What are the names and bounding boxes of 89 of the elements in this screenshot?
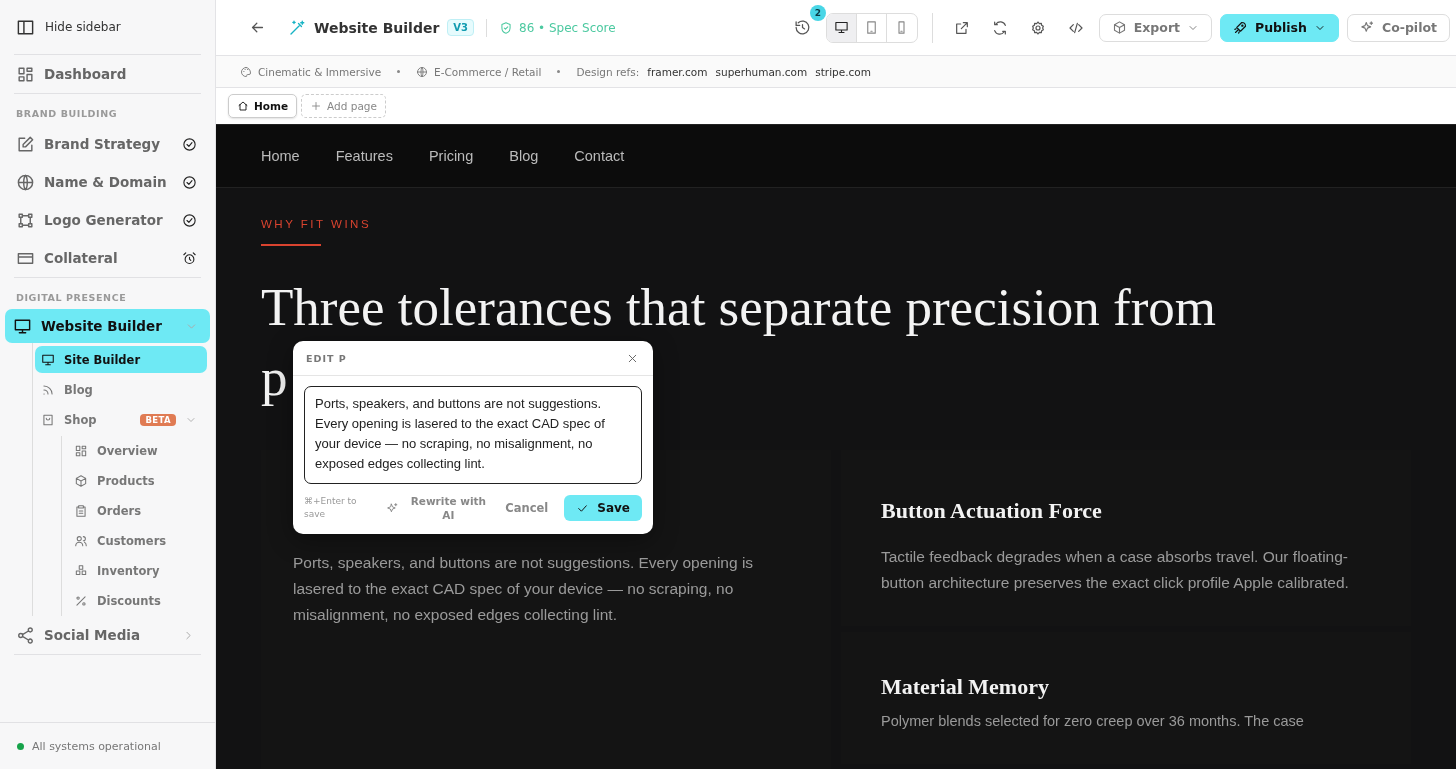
card-text: Ports, speakers, and buttons are not suggestions. Every opening is lasered to the exact CAD spec of your device — no scraping, no misalignment, no exposed edges collecting lint. xyxy=(293,553,755,625)
rss-icon xyxy=(41,382,55,397)
publish-button[interactable]: Publish xyxy=(1220,13,1339,42)
sidebar-item[interactable]: Social Media xyxy=(8,616,207,654)
settings-icon xyxy=(1029,19,1046,36)
card-title: Button Actuation Force xyxy=(881,498,1103,524)
grid-icon xyxy=(74,444,88,458)
globe-icon xyxy=(16,172,35,192)
sidebar-item[interactable]: Discounts xyxy=(68,586,207,616)
device-button[interactable] xyxy=(826,13,857,42)
sidebar-item[interactable]: Blog xyxy=(35,376,207,403)
separator-dot xyxy=(557,70,561,73)
pencil-icon xyxy=(16,134,35,154)
card-title: Material Memory xyxy=(881,674,1050,700)
sidebar-panel-icon xyxy=(16,17,35,37)
sparkles-icon xyxy=(386,501,400,515)
monitor-icon xyxy=(833,20,849,35)
rocket-icon xyxy=(1233,20,1249,35)
shopping-bag-icon xyxy=(41,412,55,427)
sparkles-icon xyxy=(1359,20,1375,35)
home-icon xyxy=(237,100,249,112)
sidebar-item[interactable]: Overview xyxy=(68,436,207,466)
grid-icon xyxy=(16,64,35,84)
sidebar-item[interactable]: Brand Strategy xyxy=(8,125,207,163)
rewrite-ai-button[interactable]: Rewrite with AI xyxy=(386,494,490,522)
clipboard-icon xyxy=(74,504,88,518)
alarm-clock-icon xyxy=(182,250,197,266)
sidebar-item[interactable]: Website Builder xyxy=(5,309,210,343)
section-heading: DIGITAL PRESENCE xyxy=(15,291,128,305)
eyebrow-text: WHY FIT WINS xyxy=(261,218,373,230)
dialog-title: EDIT P xyxy=(306,352,347,364)
sidebar-item[interactable]: Dashboard xyxy=(8,55,207,93)
box-icon xyxy=(74,474,88,488)
nav-link[interactable]: Pricing xyxy=(428,148,474,164)
sidebar-item[interactable]: Logo Generator xyxy=(8,201,207,239)
text-field[interactable]: Ports, speakers, and buttons are not suggestions. Every opening is lasered to the exact CAD spec of your device — no scraping, no misalignment, no exposed edges collecting lint. xyxy=(304,386,642,484)
beta-badge: BETA xyxy=(140,413,176,426)
sidebar-item[interactable]: Collateral xyxy=(8,239,207,277)
shortcut-hint: ⌘+Enter to save xyxy=(304,495,358,521)
sidebar-item[interactable]: Orders xyxy=(68,496,207,526)
separator-dot xyxy=(397,70,401,73)
external-link-icon xyxy=(953,19,970,36)
section-heading: BRAND BUILDING xyxy=(15,107,119,121)
magic-wand-icon xyxy=(288,18,306,37)
refresh-icon xyxy=(991,19,1008,36)
plus-icon xyxy=(310,100,323,112)
design-ref-link[interactable]: superhuman.com xyxy=(715,65,808,78)
page-title: Website Builder xyxy=(314,19,440,36)
history-icon xyxy=(794,19,812,36)
nav-link[interactable]: Home xyxy=(261,148,300,164)
monitor-icon xyxy=(41,352,55,367)
nav-link[interactable]: Contact xyxy=(574,148,625,164)
shield-check-icon xyxy=(499,20,513,35)
style-tag: Cinematic & Immersive xyxy=(258,65,382,78)
users-icon xyxy=(74,534,88,548)
nav-link[interactable]: Features xyxy=(335,148,393,164)
save-button[interactable]: Save xyxy=(564,495,642,521)
sidebar-item[interactable]: Shop BETA xyxy=(35,406,207,433)
sidebar-item[interactable]: Site Builder xyxy=(35,346,207,373)
palette-icon xyxy=(240,65,252,78)
count-badge: 2 xyxy=(809,4,826,21)
headline: Three tolerances that separate precision from xyxy=(261,277,1216,338)
version-badge: V3 xyxy=(447,19,474,36)
design-ref-link[interactable]: stripe.com xyxy=(815,65,871,78)
percent-icon xyxy=(74,594,88,608)
headline: p xyxy=(261,347,288,408)
export-button[interactable]: Export xyxy=(1098,13,1213,42)
status-text: All systems operational xyxy=(32,739,161,753)
sidebar-item[interactable]: Name & Domain xyxy=(8,163,207,201)
spec-score: 86 • Spec Score xyxy=(519,20,616,35)
box-icon xyxy=(1111,20,1127,35)
card-text: Polymer blends selected for zero creep over 36 months. The case xyxy=(881,712,1305,731)
design-refs-label: Design refs: xyxy=(576,65,640,78)
card-text: Tactile feedback degrades when a case absorbs travel. Our floating-button architecture preserves the exact click profile Apple calibrated. xyxy=(881,547,1350,593)
cancel-button[interactable]: Cancel xyxy=(497,501,557,515)
industry-tag: E-Commerce / Retail xyxy=(434,65,542,78)
sidebar-item[interactable]: Products xyxy=(68,466,207,496)
design-ref-link[interactable]: framer.com xyxy=(647,65,708,78)
sidebar-item[interactable]: Customers xyxy=(68,526,207,556)
share-icon xyxy=(16,625,35,645)
sidebar-item[interactable]: Inventory xyxy=(68,556,207,586)
cubes-icon xyxy=(74,564,88,578)
monitor-icon xyxy=(13,316,32,336)
page-tab[interactable]: Home xyxy=(228,94,298,118)
add-page-button[interactable]: Add page xyxy=(301,94,386,118)
hide-sidebar-button[interactable]: Hide sidebar xyxy=(8,0,207,54)
nav-link[interactable]: Blog xyxy=(509,148,539,164)
copilot-button[interactable]: Co-pilot xyxy=(1346,13,1450,42)
globe-icon xyxy=(416,65,429,78)
